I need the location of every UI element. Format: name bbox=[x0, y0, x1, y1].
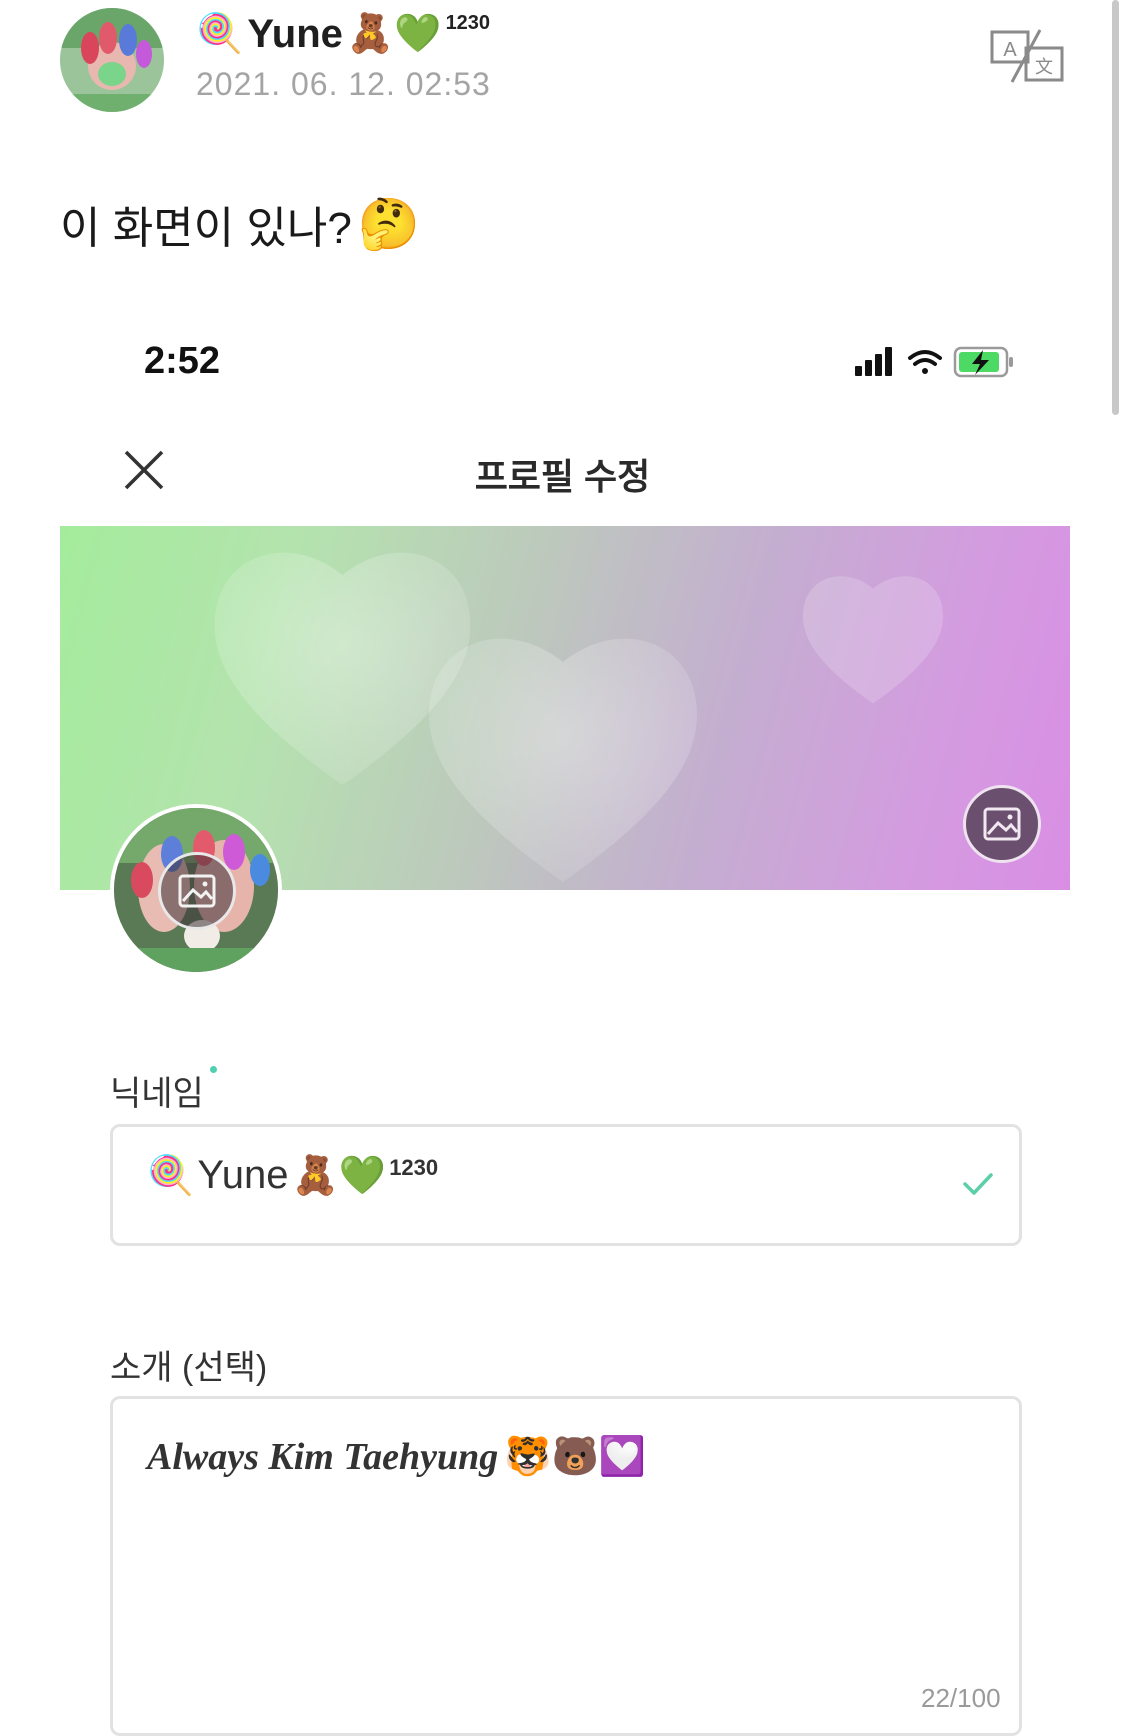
image-icon bbox=[178, 874, 216, 908]
author-line: 🍭 Yune 🧸💚 1230 bbox=[196, 4, 490, 64]
thinking-face-emoji: 🤔 bbox=[357, 195, 421, 252]
lollipop-emoji: 🍭 bbox=[196, 13, 244, 55]
signal-icon bbox=[855, 347, 892, 376]
scrollbar[interactable] bbox=[1112, 0, 1119, 415]
bio-label: 소개 (선택) bbox=[110, 1349, 268, 1387]
image-icon bbox=[983, 807, 1021, 841]
nail-art-photo bbox=[60, 8, 164, 112]
profile-photo-button[interactable] bbox=[158, 852, 236, 930]
author-badge: 1230 bbox=[445, 12, 491, 34]
wifi-icon bbox=[908, 350, 942, 374]
post-text: 이 화면이 있나? bbox=[60, 204, 352, 253]
bio-char-counter: 22/100 bbox=[921, 1683, 1001, 1713]
battery-charging-icon bbox=[953, 346, 1013, 378]
status-time: 2:52 bbox=[144, 340, 221, 382]
author-avatar[interactable] bbox=[60, 8, 164, 112]
required-dot bbox=[210, 1066, 217, 1073]
tiger-bear-heart-emoji: 🐯🐻💟 bbox=[504, 1436, 647, 1478]
post-body: 이 화면이 있나? 🤔 bbox=[60, 192, 420, 256]
check-icon bbox=[963, 1173, 993, 1195]
nickname-text: Yune bbox=[197, 1153, 289, 1197]
nickname-badge: 1230 bbox=[389, 1155, 439, 1180]
status-bar-icons bbox=[855, 346, 1013, 378]
post-timestamp: 2021. 06. 12. 02:53 bbox=[196, 66, 491, 102]
teddy-heart-emoji: 🧸💚 bbox=[346, 13, 442, 55]
nickname-label: 닉네임 bbox=[110, 1075, 204, 1113]
translate-icon[interactable]: A 文 bbox=[990, 28, 1066, 84]
nickname-value: 🍭 Yune 🧸💚 1230 bbox=[147, 1153, 438, 1198]
teddy-heart-emoji: 🧸💚 bbox=[291, 1154, 387, 1197]
svg-text:A: A bbox=[1003, 39, 1017, 61]
page-title: 프로필 수정 bbox=[474, 456, 651, 497]
bio-value: Always Kim Taehyung 🐯🐻💟 bbox=[147, 1435, 646, 1479]
author-name[interactable]: Yune bbox=[247, 12, 343, 57]
bio-text: Always Kim Taehyung bbox=[147, 1436, 499, 1478]
cover-photo-button[interactable] bbox=[963, 785, 1041, 863]
lollipop-emoji: 🍭 bbox=[147, 1154, 195, 1197]
nickname-field[interactable]: 🍭 Yune 🧸💚 1230 bbox=[110, 1124, 1022, 1246]
svg-text:文: 文 bbox=[1035, 57, 1053, 78]
bio-textarea[interactable]: Always Kim Taehyung 🐯🐻💟 22/100 bbox=[110, 1396, 1022, 1736]
